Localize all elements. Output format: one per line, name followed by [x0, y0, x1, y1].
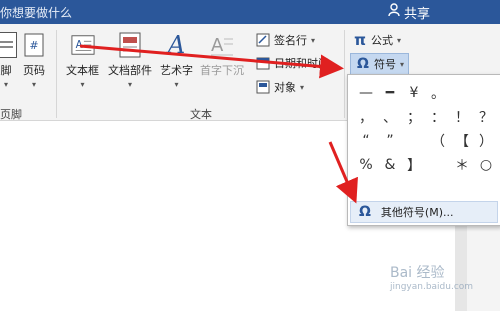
watermark-text: Bai 经验: [390, 265, 445, 281]
watermark-subtext: jingyan.baidu.com: [390, 282, 474, 292]
arrow-to-symbol-button: [79, 44, 344, 79]
arrow-to-more-symbols: [328, 141, 358, 204]
watermark: Bai 经验 jingyan.baidu.com: [390, 262, 473, 292]
